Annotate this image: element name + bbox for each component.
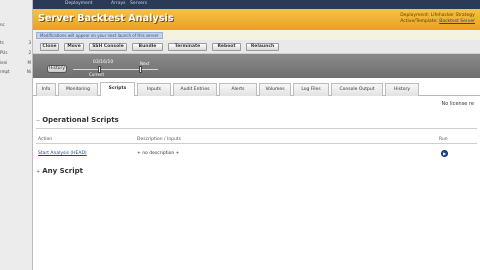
- script-description: + no description +: [137, 151, 180, 156]
- sidebar-row-value: M: [27, 60, 31, 65]
- account-line-2: Active/Template: Backtest Server: [400, 19, 475, 25]
- timeline-date: 03/16/10: [93, 60, 114, 65]
- tab-log-files[interactable]: Log Files: [293, 83, 329, 96]
- nav-link-deployment[interactable]: Deployment: [65, 1, 93, 6]
- sidebar-row-label: PUs: [0, 50, 8, 55]
- run-script-icon[interactable]: ▶: [441, 150, 448, 157]
- tab-info[interactable]: Info: [36, 83, 56, 96]
- tab-inputs[interactable]: Inputs: [137, 83, 171, 96]
- script-action-link[interactable]: Start Analysis (HEAD): [38, 151, 87, 156]
- terminate-button[interactable]: Terminate: [168, 43, 207, 51]
- sidebar-row-value: Ni: [26, 69, 31, 74]
- sidebar-row[interactable]: ieni M: [0, 60, 33, 65]
- timeline-next-marker[interactable]: [139, 66, 142, 73]
- table-header-divider: [36, 143, 477, 144]
- sidebar-row-value: 3: [28, 40, 31, 45]
- tab-volumes[interactable]: Volumes: [259, 83, 291, 96]
- relaunch-button[interactable]: Relaunch: [246, 43, 279, 51]
- sidebar-row[interactable]: rmpt Ni: [0, 69, 33, 74]
- sidebar-row-label: ts: [0, 40, 4, 45]
- reboot-button[interactable]: Reboot: [212, 43, 241, 51]
- tab-audit-entries[interactable]: Audit Entries: [173, 83, 217, 96]
- column-header-action: Action: [38, 137, 53, 142]
- tab-console-output[interactable]: Console Output: [331, 83, 383, 96]
- nav-link-arrays[interactable]: Arrays: [111, 1, 125, 6]
- operational-scripts-title: Operational Scripts: [42, 116, 119, 124]
- action-toolbar: Clone Move SSH Console Bundle Terminate …: [33, 40, 480, 54]
- tab-history[interactable]: History: [385, 83, 419, 96]
- page-header: Server Backtest Analysis Deployment: Lif…: [33, 9, 480, 30]
- sidebar-row-label: nc: [0, 22, 5, 27]
- history-button[interactable]: History: [47, 65, 67, 73]
- sidebar-row-label: ieni: [0, 60, 8, 65]
- sidebar-row[interactable]: ts 3: [0, 40, 33, 45]
- expand-toggle-icon[interactable]: +: [36, 169, 40, 175]
- account-label: Active/Template:: [400, 19, 438, 24]
- column-header-description: Description / Inputs: [137, 137, 182, 142]
- top-navigation: Deployment Arrays Servers: [33, 0, 480, 9]
- tab-monitoring[interactable]: Monitoring: [58, 83, 98, 96]
- sidebar-row[interactable]: PUs 2: [0, 50, 33, 55]
- ssh-console-button[interactable]: SSH Console: [89, 43, 127, 51]
- nav-link-servers[interactable]: Servers: [130, 1, 147, 6]
- account-link[interactable]: Backtest Server: [439, 19, 475, 24]
- scripts-panel: No license re − Operational Scripts Actio…: [33, 96, 480, 270]
- notice-message: Modifications will appear on your next l…: [36, 31, 163, 39]
- sidebar-row-value: 2: [28, 50, 31, 55]
- collapse-toggle-icon[interactable]: −: [36, 118, 40, 124]
- history-timeline: History 03/16/10 Current Next: [33, 54, 480, 78]
- timeline-next-label: Next: [140, 61, 150, 66]
- any-script-header[interactable]: + Any Script: [36, 167, 83, 175]
- column-header-run: Run: [439, 137, 448, 142]
- bundle-button[interactable]: Bundle: [132, 43, 163, 51]
- tab-bar: Info Monitoring Scripts Inputs Audit Ent…: [33, 80, 480, 96]
- account-info: Deployment: Lifehacker Strategy Active/T…: [400, 13, 475, 25]
- timeline-current-label: Current: [89, 72, 105, 77]
- notice-bar: Modifications will appear on your next l…: [33, 30, 480, 40]
- tab-scripts[interactable]: Scripts: [100, 82, 135, 96]
- app-window: nc ts 3 PUs 2 ieni M rmpt Ni Deployment …: [0, 0, 480, 270]
- license-notice: No license re: [441, 101, 474, 107]
- section-divider: [36, 128, 477, 129]
- sidebar-row[interactable]: nc: [0, 22, 33, 27]
- move-button[interactable]: Move: [64, 43, 84, 51]
- any-script-title: Any Script: [42, 167, 84, 175]
- timeline-track: [73, 69, 158, 70]
- page-title: Server Backtest Analysis: [38, 13, 174, 24]
- sidebar-row-label: rmpt: [0, 69, 10, 74]
- left-sidebar: nc ts 3 PUs 2 ieni M rmpt Ni: [0, 0, 33, 270]
- operational-scripts-header[interactable]: − Operational Scripts: [36, 116, 119, 124]
- tab-alerts[interactable]: Alerts: [219, 83, 257, 96]
- clone-button[interactable]: Clone: [40, 43, 59, 51]
